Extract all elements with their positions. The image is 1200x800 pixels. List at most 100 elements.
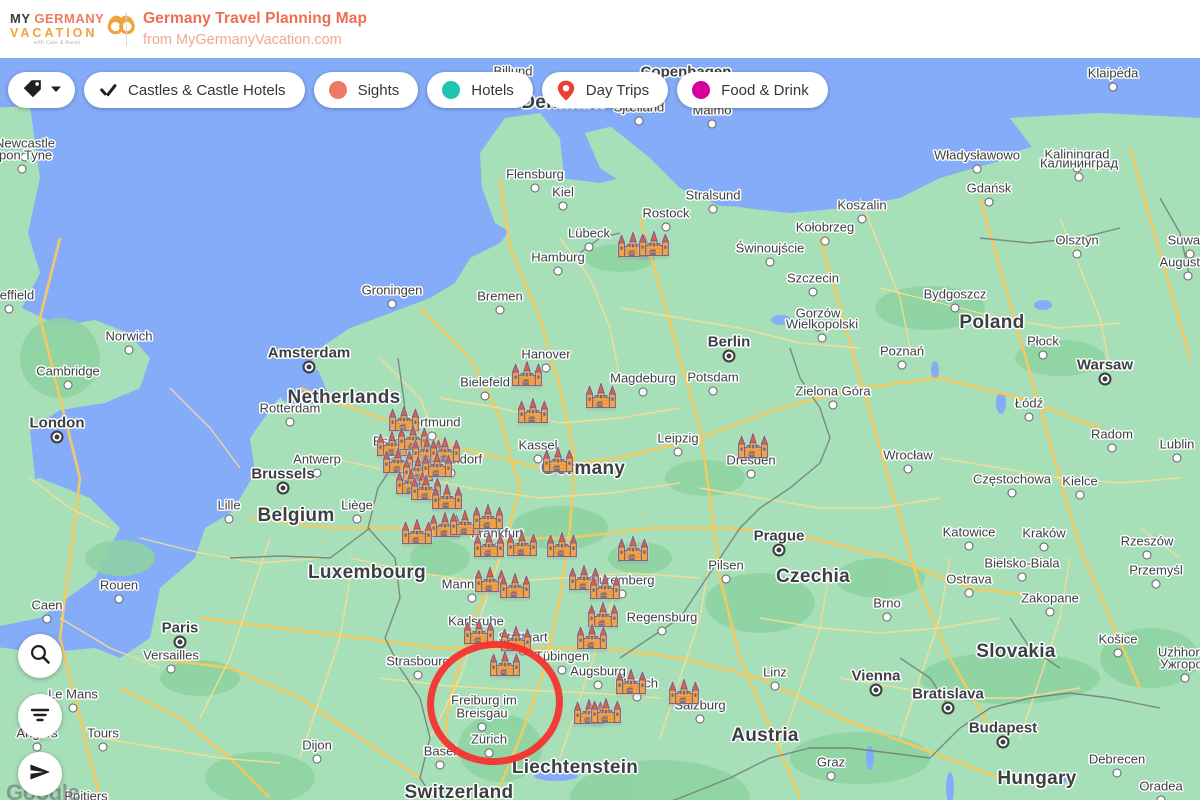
castle-marker[interactable] (488, 648, 522, 678)
map-place-dot (658, 627, 667, 636)
map-place-dot (639, 388, 648, 397)
map-place-dot (1143, 551, 1152, 560)
page-subtitle: from MyGermanyVacation.com (143, 31, 367, 49)
search-button[interactable] (18, 634, 62, 678)
logo-germany: GERMANY (34, 11, 104, 26)
filter-chip-bar[interactable]: Castles & Castle Hotels Sights Hotels Day T… (8, 72, 828, 108)
castle-marker[interactable] (616, 533, 650, 563)
filter-chip-label: Sights (358, 82, 400, 99)
map-place-dot (1025, 413, 1034, 422)
map-place-dot (51, 431, 64, 444)
map-place-dot (965, 542, 974, 551)
map-place-dot (64, 381, 73, 390)
map-place-dot (723, 350, 736, 363)
map-place-dot (709, 387, 718, 396)
map-place-dot (985, 198, 994, 207)
castle-marker[interactable] (510, 358, 544, 388)
chevron-down-icon (50, 82, 62, 99)
map-place-dot (558, 666, 567, 675)
filter-chip-sights[interactable]: Sights (314, 72, 419, 108)
map-place-dot (965, 589, 974, 598)
header-divider (126, 12, 127, 46)
filter-chip-label: Castles & Castle Hotels (128, 82, 286, 99)
map-place-dot (69, 704, 78, 713)
map-place-dot (829, 401, 838, 410)
map-place-dot (771, 682, 780, 691)
map-place-dot (1186, 250, 1195, 259)
map-place-dot (1018, 573, 1027, 582)
filter-chip-castles-castle-hotels[interactable]: Castles & Castle Hotels (84, 72, 305, 108)
map-place-dot (43, 615, 52, 624)
map-place-dot (870, 684, 883, 697)
page-header: MY GERMANY VACATION with Cate & Aaron Ge… (0, 0, 1200, 58)
castle-marker[interactable] (471, 501, 505, 531)
castle-marker[interactable] (589, 695, 623, 725)
tag-dropdown-chip[interactable] (8, 72, 75, 108)
map-place-dot (1157, 796, 1166, 800)
map-place-dot (1152, 580, 1161, 589)
map-place-dot (942, 702, 955, 715)
map-place-dot (1113, 769, 1122, 778)
map-place-dot (1073, 250, 1082, 259)
logo-line-1: MY GERMANY (10, 12, 104, 25)
filter-chip-label: Hotels (471, 82, 514, 99)
map-place-dot (478, 723, 487, 732)
map-place-dot (766, 258, 775, 267)
filter-button[interactable] (18, 694, 62, 738)
map-place-dot (585, 243, 594, 252)
map-place-dot (821, 237, 830, 246)
castle-marker[interactable] (545, 529, 579, 559)
map-place-dot (480, 710, 489, 719)
map-place-dot (594, 681, 603, 690)
castle-marker[interactable] (541, 444, 575, 474)
map-place-dot (436, 761, 445, 770)
castle-marker[interactable] (614, 666, 648, 696)
map-place-dot (747, 470, 756, 479)
filter-chip-label: Food & Drink (721, 82, 809, 99)
map-place-dot (1182, 662, 1191, 671)
castle-marker[interactable] (400, 516, 434, 546)
search-icon (28, 642, 52, 671)
map-place-dot (997, 736, 1010, 749)
pretzel-icon (106, 13, 136, 42)
filter-icon (28, 702, 52, 731)
app-root: MY GERMANY VACATION with Cate & Aaron Ge… (0, 0, 1200, 800)
map-place-dot (674, 448, 683, 457)
map-place-dot (1046, 608, 1055, 617)
castle-marker[interactable] (498, 570, 532, 600)
map-canvas[interactable]: PolandNetherlandsBelgiumLuxembourgGerman… (0, 58, 1200, 800)
castle-marker[interactable] (462, 616, 496, 646)
filter-chip-day-trips[interactable]: Day Trips (542, 72, 668, 108)
map-place-dot (722, 575, 731, 584)
map-place-dot (858, 215, 867, 224)
map-place-dot (485, 749, 494, 758)
map-place-dot (1008, 489, 1017, 498)
castle-marker[interactable] (516, 395, 550, 425)
map-place-dot (973, 165, 982, 174)
castle-marker[interactable] (736, 430, 770, 460)
castle-marker[interactable] (472, 529, 506, 559)
castle-marker[interactable] (505, 528, 539, 558)
send-button[interactable] (18, 752, 62, 796)
map-place-dot (388, 300, 397, 309)
map-place-dot (468, 594, 477, 603)
map-place-dot (99, 743, 108, 752)
map-place-dot (303, 361, 316, 374)
castle-marker[interactable] (575, 621, 609, 651)
map-place-dot (18, 165, 27, 174)
map-place-dot (554, 267, 563, 276)
filter-chip-hotels[interactable]: Hotels (427, 72, 533, 108)
castle-marker[interactable] (667, 676, 701, 706)
send-icon (28, 760, 52, 789)
filter-chip-food-drink[interactable]: Food & Drink (677, 72, 828, 108)
castle-marker[interactable] (584, 380, 618, 410)
castle-marker[interactable] (588, 571, 622, 601)
map-place-dot (277, 482, 290, 495)
site-logo[interactable]: MY GERMANY VACATION with Cate & Aaron (10, 12, 120, 47)
map-place-dot (531, 184, 540, 193)
map-place-dot (21, 153, 30, 162)
castle-marker[interactable] (637, 228, 671, 258)
map-place-dot (1039, 351, 1048, 360)
map-place-dot (1076, 491, 1085, 500)
map-place-dot (696, 715, 705, 724)
